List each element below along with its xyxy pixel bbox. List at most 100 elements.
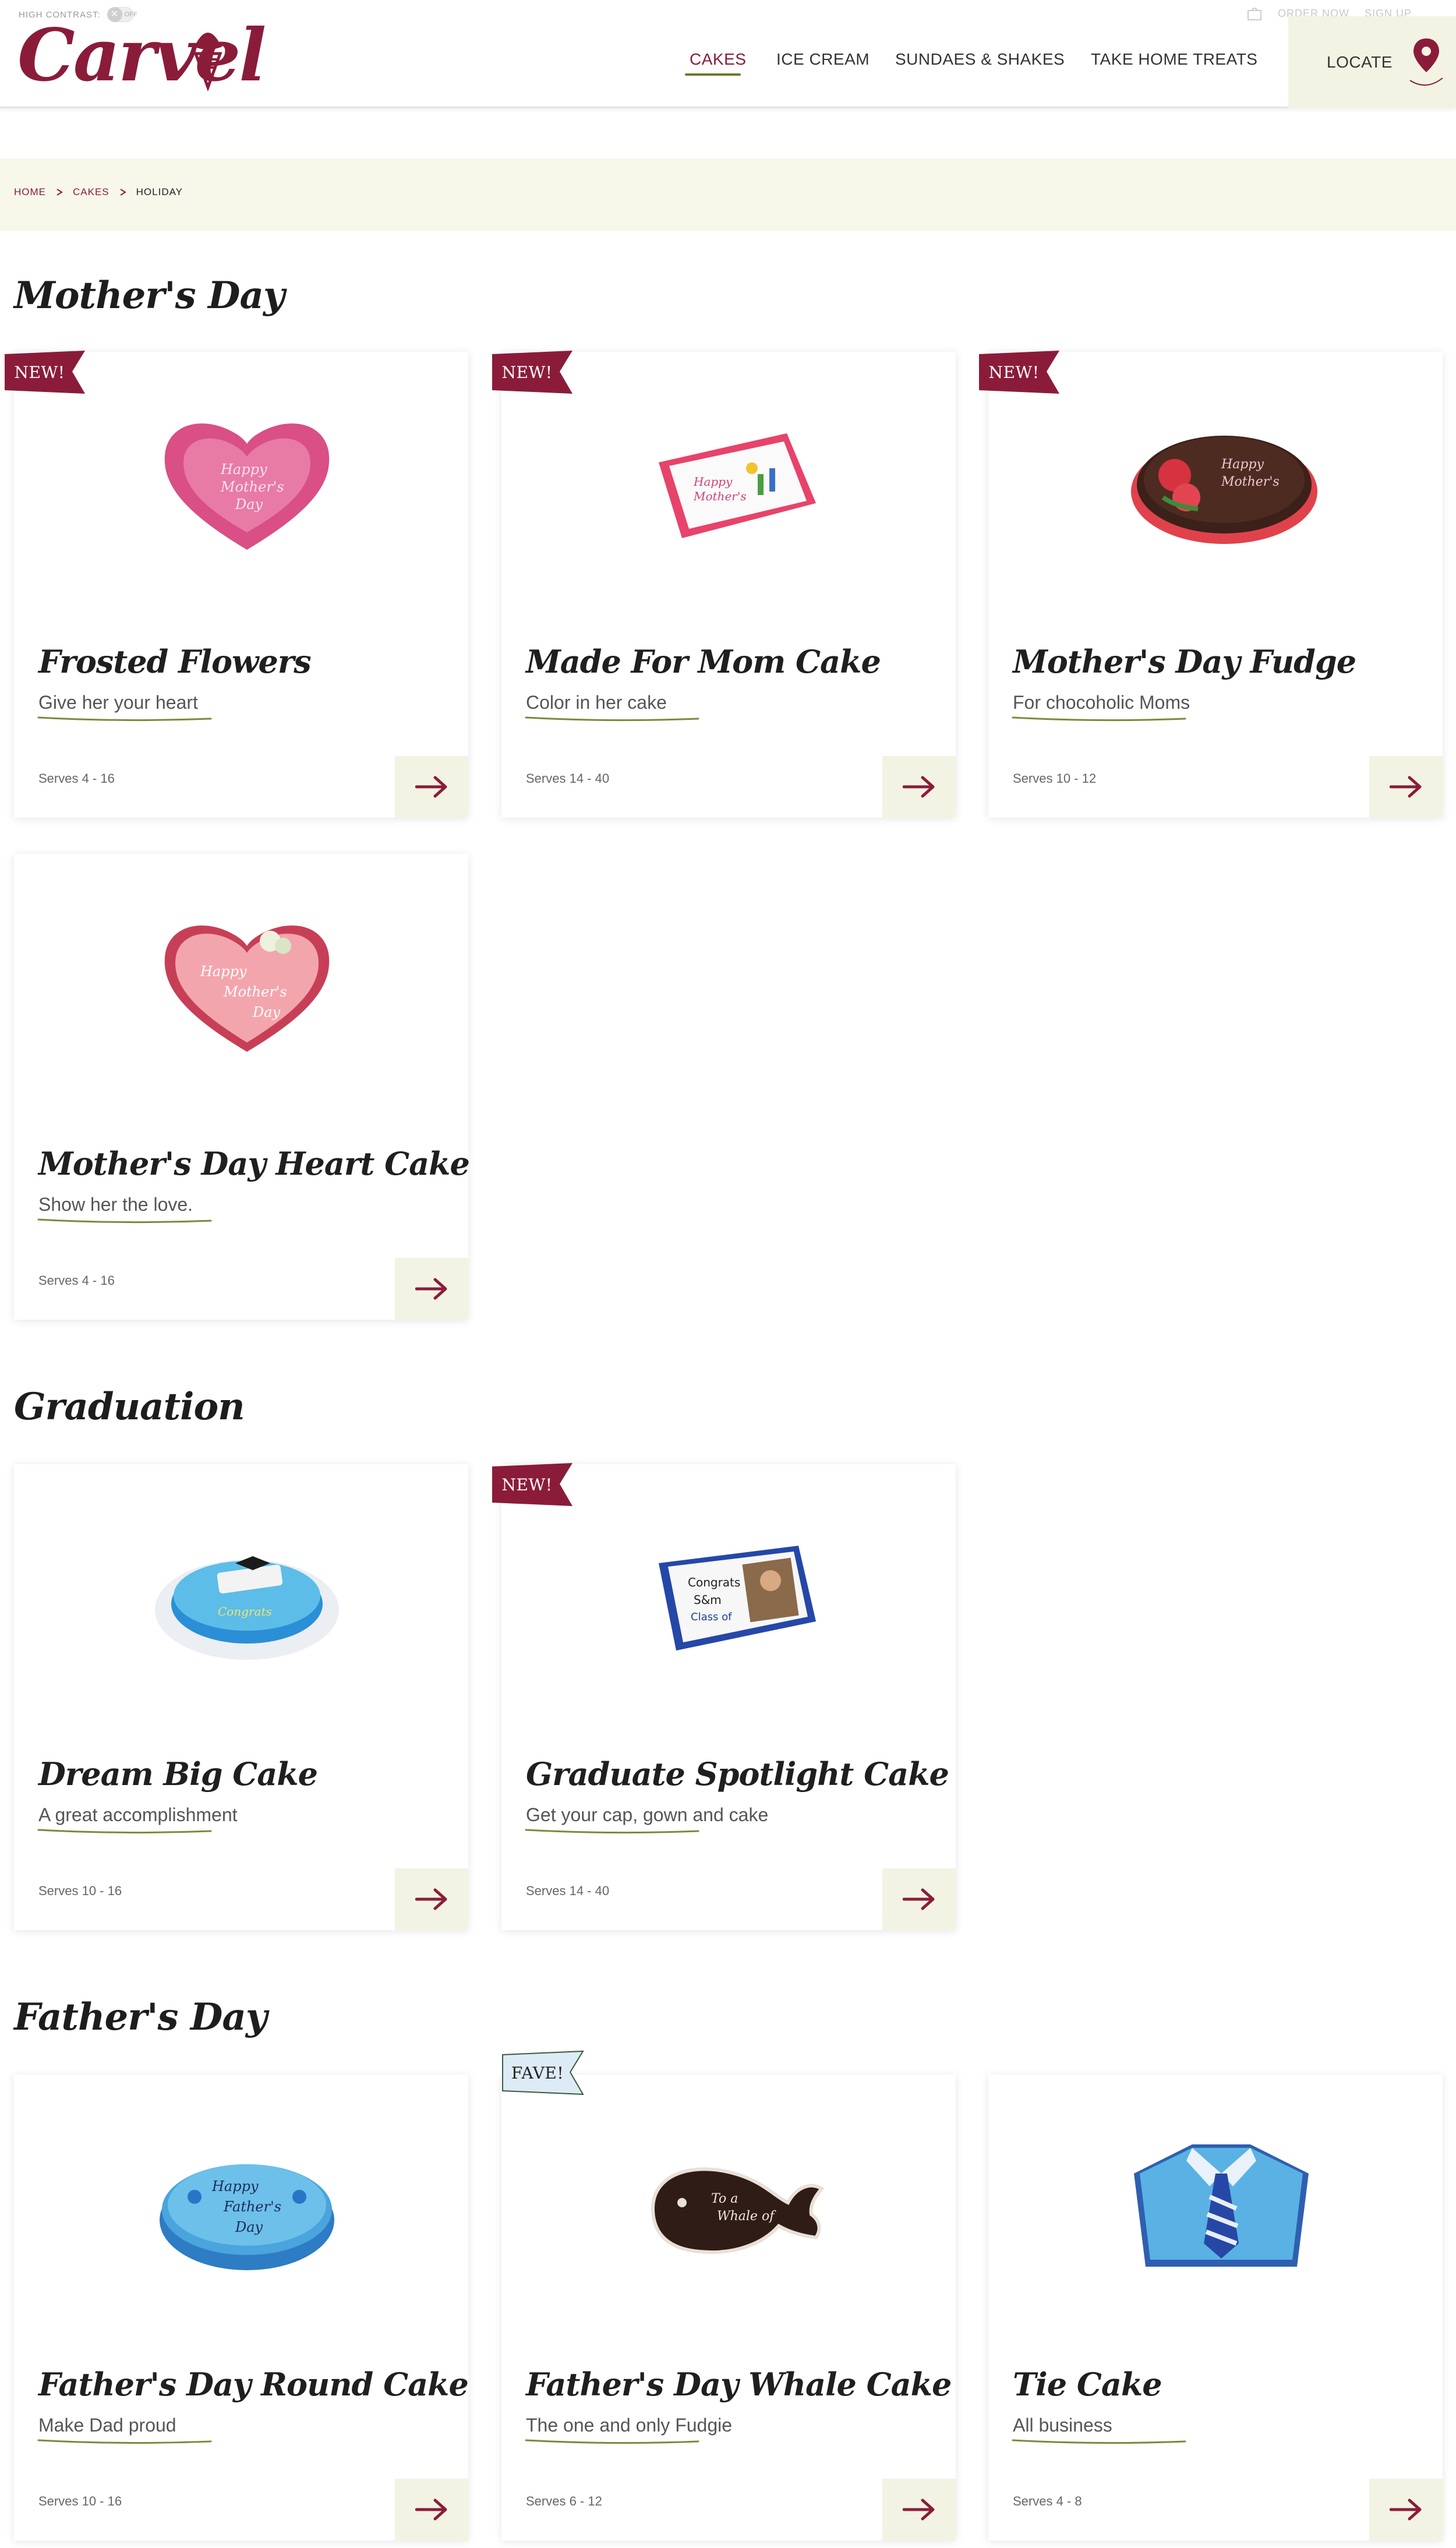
locate-button[interactable]: LOCATE [1288, 16, 1456, 108]
cart-icon[interactable] [1246, 6, 1263, 21]
card-title: Tie Cake [1013, 2366, 1162, 2403]
product-card-fathers-day-round[interactable]: Happy Father's Day Father's Day Round Ca… [14, 2075, 469, 2540]
svg-text:Happy: Happy [211, 2178, 259, 2194]
badge-label: NEW! [501, 1475, 553, 1494]
photo-sheet-cake-icon: Congrats S&m Class of [659, 1546, 816, 1651]
card-title: Mother's Day Fudge [1013, 643, 1356, 680]
nav-ice-cream[interactable]: ICE CREAM [776, 50, 870, 69]
svg-text:Happy: Happy [1221, 457, 1264, 472]
card-serves: Serves 14 - 40 [526, 1883, 610, 1898]
new-badge: NEW! [491, 349, 574, 395]
breadcrumb-home[interactable]: HOME [14, 186, 46, 198]
underline-swoosh-icon [525, 1829, 699, 1834]
arrow-right-icon [903, 1888, 935, 1910]
card-subtitle: Show her the love. [38, 1194, 193, 1215]
card-subtitle: The one and only Fudgie [526, 2415, 733, 2436]
nav-active-underline [685, 73, 741, 76]
underline-swoosh-icon [37, 1829, 212, 1834]
card-serves: Serves 6 - 12 [526, 2494, 602, 2508]
ice-cream-cone-icon [193, 33, 222, 91]
arrow-right-icon [415, 1278, 447, 1300]
underline-swoosh-icon [1012, 2439, 1186, 2444]
product-card-tie-cake[interactable]: Tie Cake All business Serves 4 - 8 [988, 2075, 1443, 2540]
card-title: Frosted Flowers [38, 643, 312, 680]
card-arrow-button[interactable] [1369, 756, 1443, 818]
product-card-made-for-mom[interactable]: Happy Mother's Made For Mom Cake Color in… [492, 351, 956, 818]
badge-label: NEW! [988, 362, 1040, 382]
svg-text:Class of: Class of [691, 1611, 732, 1623]
product-card-dream-big[interactable]: Congrats Dream Big Cake A great accomplis… [14, 1464, 468, 1930]
section-title-fathers-day: Father's Day [14, 1995, 267, 2039]
arrow-right-icon [903, 776, 935, 798]
card-arrow-button[interactable] [395, 2479, 468, 2540]
blue-round-cake-icon: Happy Father's Day [160, 2164, 334, 2270]
svg-text:Mother's: Mother's [223, 984, 287, 1000]
breadcrumb-cakes[interactable]: CAKES [73, 186, 109, 198]
nav-sundaes-shakes[interactable]: SUNDAES & SHAKES [895, 50, 1065, 69]
svg-text:Mother's: Mother's [220, 479, 284, 495]
svg-text:Whale of: Whale of [717, 2209, 776, 2224]
product-card-graduate-spotlight[interactable]: Congrats S&m Class of Graduate Spotlight… [492, 1463, 956, 1930]
card-arrow-button[interactable] [395, 1258, 468, 1320]
card-subtitle: Get your cap, gown and cake [526, 1804, 769, 1825]
card-serves: Serves 4 - 16 [38, 1273, 115, 1288]
card-title: Dream Big Cake [38, 1755, 318, 1793]
svg-text:Mother's: Mother's [1221, 475, 1280, 489]
card-serves: Serves 10 - 16 [38, 2494, 122, 2508]
svg-text:Happy: Happy [220, 461, 267, 478]
card-arrow-button[interactable] [882, 2479, 956, 2540]
shirt-tie-cake-icon [1134, 2144, 1309, 2267]
arrow-right-icon [1390, 2498, 1422, 2521]
map-pin-icon [1409, 38, 1443, 86]
breadcrumb: HOME CAKES HOLIDAY [14, 186, 183, 198]
card-arrow-button[interactable] [395, 756, 468, 818]
card-arrow-button[interactable] [395, 1868, 468, 1930]
underline-swoosh-icon [37, 2439, 212, 2444]
card-subtitle: Give her your heart [38, 692, 198, 713]
svg-text:Congrats: Congrats [218, 1605, 272, 1618]
nav-take-home-treats[interactable]: TAKE HOME TREATS [1091, 50, 1257, 69]
new-badge: NEW! [978, 349, 1061, 395]
chocolate-oval-cake-icon: Happy Mother's [1131, 436, 1317, 544]
card-title: Graduate Spotlight Cake [526, 1755, 949, 1793]
underline-swoosh-icon [1012, 716, 1186, 722]
card-serves: Serves 4 - 16 [38, 771, 115, 786]
nav-cakes[interactable]: CAKES [690, 50, 746, 69]
card-subtitle: Color in her cake [526, 692, 667, 713]
whale-cake-icon: To a Whale of [651, 2167, 825, 2254]
light-pink-heart-cake-icon: Happy Mother's Day [164, 925, 330, 1052]
pink-heart-cake-icon: Happy Mother's Day [164, 423, 330, 550]
breadcrumb-bar [0, 158, 1456, 231]
card-title: Made For Mom Cake [526, 643, 881, 680]
card-subtitle: Make Dad proud [38, 2415, 176, 2436]
section-title-graduation: Graduation [14, 1385, 245, 1429]
badge-label: NEW! [501, 362, 553, 382]
card-title: Father's Day Round Cake [38, 2366, 469, 2403]
product-card-frosted-flowers[interactable]: Happy Mother's Day Frosted Flowers Give h… [5, 351, 468, 818]
svg-text:Father's: Father's [223, 2199, 281, 2215]
card-title: Mother's Day Heart Cake [38, 1145, 470, 1182]
card-subtitle: A great accomplishment [38, 1804, 238, 1825]
svg-text:Happy: Happy [200, 963, 247, 980]
card-serves: Serves 14 - 40 [526, 771, 610, 786]
card-arrow-button[interactable] [882, 1868, 956, 1930]
card-arrow-button[interactable] [882, 756, 956, 818]
badge-label: FAVE! [511, 2063, 564, 2083]
svg-text:S&m: S&m [694, 1593, 722, 1607]
sheet-cake-icon: Happy Mother's [659, 433, 816, 538]
underline-swoosh-icon [37, 716, 212, 722]
badge-label: NEW! [14, 362, 65, 382]
breadcrumb-separator-icon [56, 189, 63, 196]
card-arrow-button[interactable] [1369, 2479, 1443, 2540]
product-card-mothers-day-fudge[interactable]: Happy Mother's Mother's Day Fudge For cho… [979, 351, 1443, 818]
card-serves: Serves 10 - 16 [38, 1883, 122, 1898]
product-card-fathers-day-whale[interactable]: To a Whale of Father's Day Whale Cake The… [501, 2050, 956, 2540]
product-card-mothers-day-heart[interactable]: Happy Mother's Day Mother's Day Heart Ca… [14, 854, 470, 1320]
arrow-right-icon [1390, 776, 1422, 798]
svg-text:Day: Day [235, 496, 263, 513]
arrow-right-icon [415, 1888, 447, 1910]
breadcrumb-holiday: HOLIDAY [136, 186, 183, 197]
arrow-right-icon [415, 776, 447, 798]
new-badge: NEW! [491, 1462, 574, 1507]
underline-swoosh-icon [37, 1218, 212, 1224]
